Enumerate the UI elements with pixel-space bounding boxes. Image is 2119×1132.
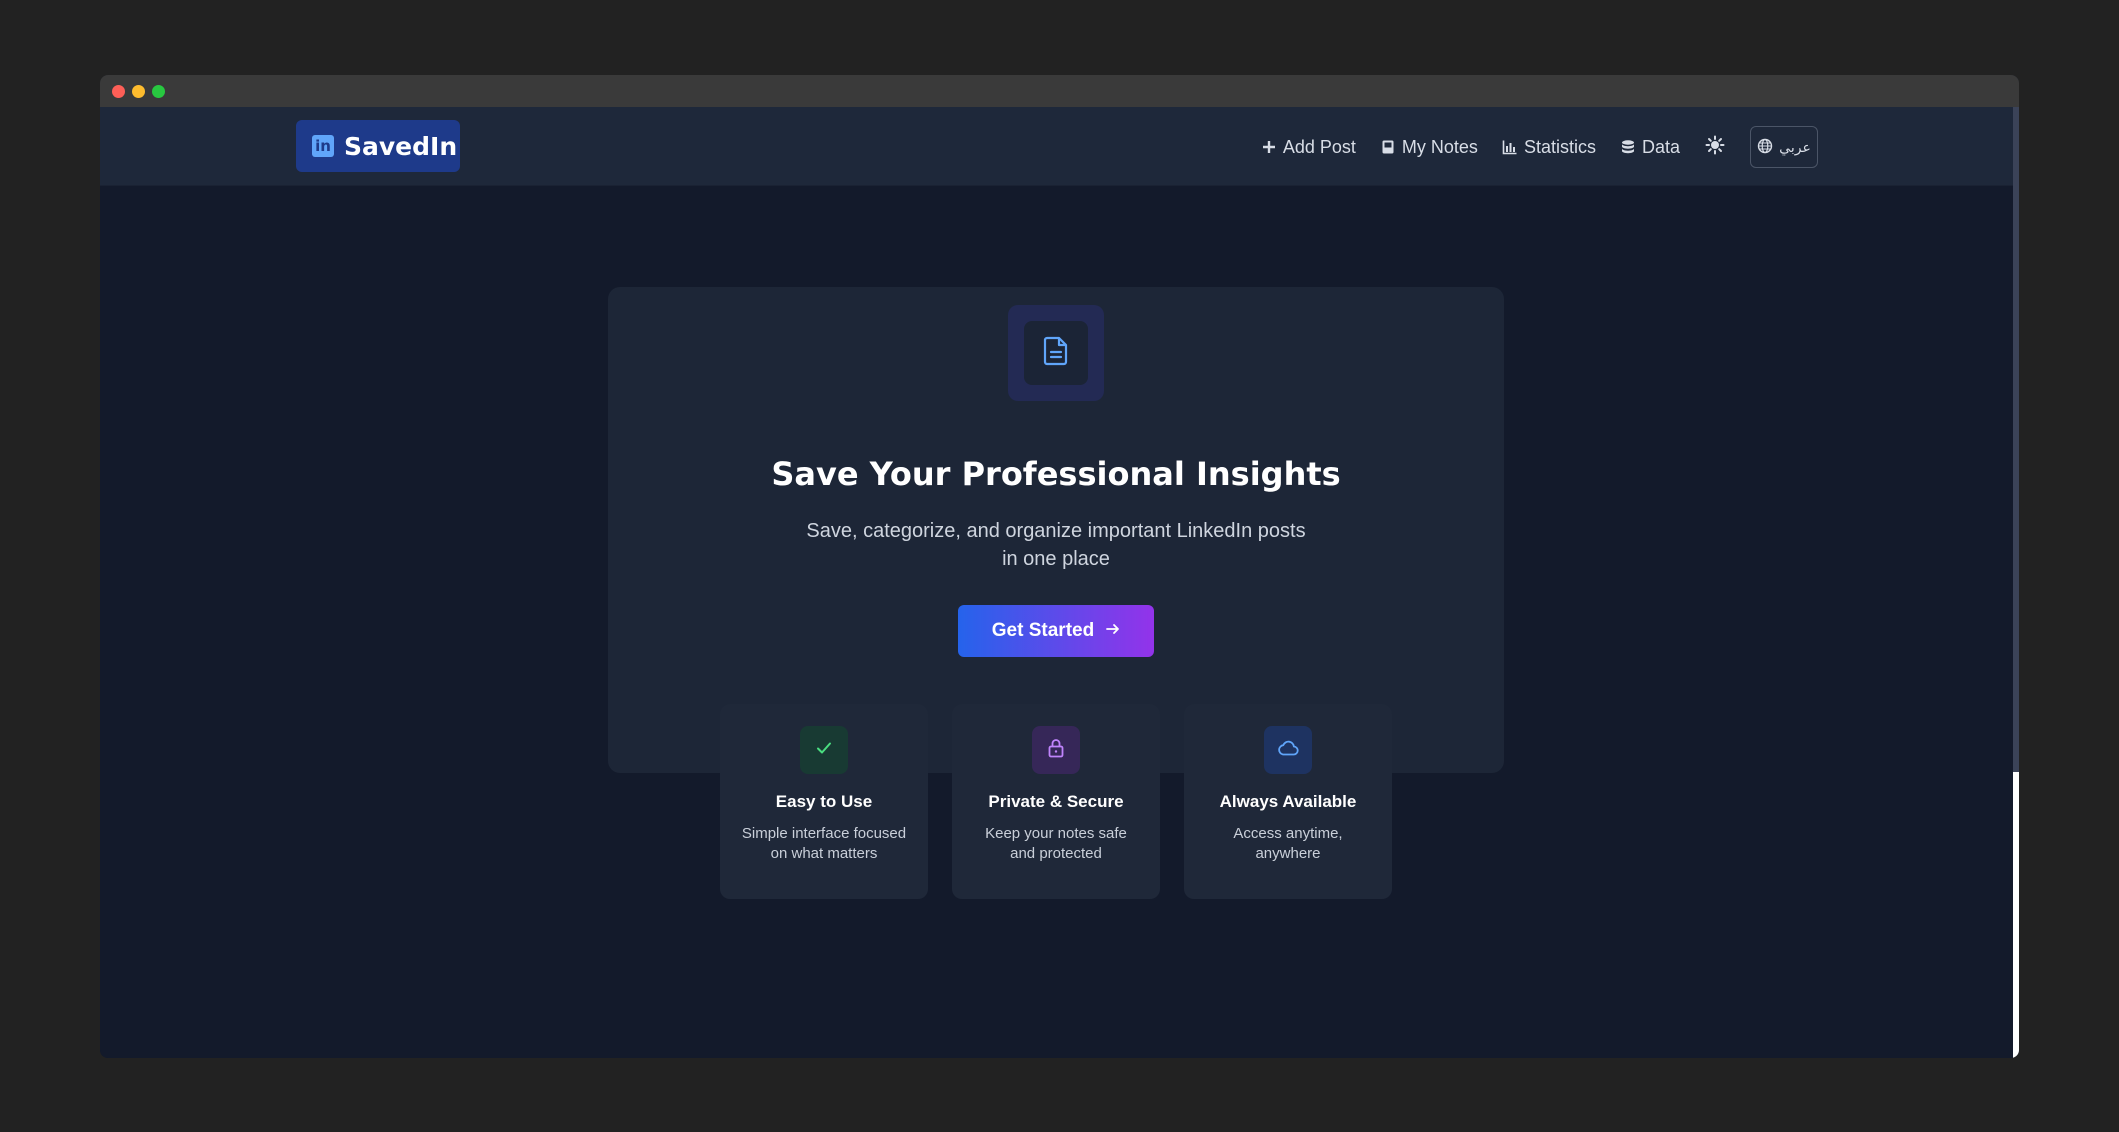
- bar-chart-icon: [1502, 139, 1518, 155]
- sun-icon: [1705, 135, 1725, 160]
- cloud-icon: [1277, 740, 1299, 761]
- nav-data[interactable]: Data: [1620, 137, 1680, 158]
- language-label: عربي: [1779, 138, 1811, 155]
- globe-icon: [1757, 138, 1773, 157]
- check-icon: [815, 739, 833, 762]
- hero-title: Save Your Professional Insights: [771, 455, 1341, 493]
- maximize-window-button[interactable]: [152, 85, 165, 98]
- nav-menu: Add Post My Notes Statistics Data عربي: [1261, 126, 1818, 168]
- feature-card-secure: Private & Secure Keep your notes safe an…: [952, 704, 1160, 899]
- nav-statistics[interactable]: Statistics: [1502, 137, 1596, 158]
- arrow-right-icon: [1106, 620, 1120, 642]
- nav-my-notes[interactable]: My Notes: [1380, 137, 1478, 158]
- feature-card-available: Always Available Access anytime, anywher…: [1184, 704, 1392, 899]
- scrollbar-thumb[interactable]: [2013, 107, 2019, 772]
- browser-window: in SavedIn Add Post My Notes Statistics …: [100, 75, 2019, 1058]
- feature-description: Keep your notes safe and protected: [985, 825, 1127, 862]
- close-window-button[interactable]: [112, 85, 125, 98]
- document-icon: [1043, 336, 1069, 371]
- hero-subtitle: Save, categorize, and organize important…: [806, 520, 1306, 570]
- nav-add-post-label: Add Post: [1282, 136, 1356, 157]
- feature-icon-container: [1264, 726, 1312, 774]
- book-icon: [1380, 139, 1396, 155]
- linkedin-icon: in: [312, 135, 334, 157]
- feature-description: Access anytime, anywhere: [1233, 825, 1343, 862]
- theme-toggle-button[interactable]: [1704, 135, 1726, 160]
- nav-statistics-label: Statistics: [1523, 136, 1596, 157]
- get-started-button[interactable]: Get Started: [958, 605, 1154, 657]
- feature-description: Simple interface focused on what matters: [741, 825, 907, 862]
- brand-name: SavedIn: [344, 131, 458, 161]
- feature-icon-container: [800, 726, 848, 774]
- get-started-label: Get Started: [991, 620, 1095, 641]
- nav-add-post[interactable]: Add Post: [1261, 137, 1356, 158]
- feature-title: Private & Secure: [988, 792, 1124, 811]
- title-bar: [100, 75, 2019, 107]
- feature-card-easy: Easy to Use Simple interface focused on …: [720, 704, 928, 899]
- language-switch-button[interactable]: عربي: [1750, 126, 1818, 168]
- feature-icon-container: [1032, 726, 1080, 774]
- top-navbar: in SavedIn Add Post My Notes Statistics …: [100, 107, 2013, 186]
- brand-logo[interactable]: in SavedIn: [296, 120, 460, 172]
- page-viewport: in SavedIn Add Post My Notes Statistics …: [100, 107, 2019, 1058]
- feature-title: Always Available: [1219, 792, 1357, 811]
- feature-title: Easy to Use: [775, 792, 873, 811]
- hero-icon-container: [1008, 305, 1104, 401]
- minimize-window-button[interactable]: [132, 85, 145, 98]
- lock-icon: [1047, 738, 1065, 763]
- nav-data-label: Data: [1641, 136, 1680, 157]
- plus-icon: [1261, 139, 1277, 155]
- page-scrollbar[interactable]: [2013, 107, 2019, 1058]
- nav-my-notes-label: My Notes: [1401, 136, 1478, 157]
- database-icon: [1620, 139, 1636, 155]
